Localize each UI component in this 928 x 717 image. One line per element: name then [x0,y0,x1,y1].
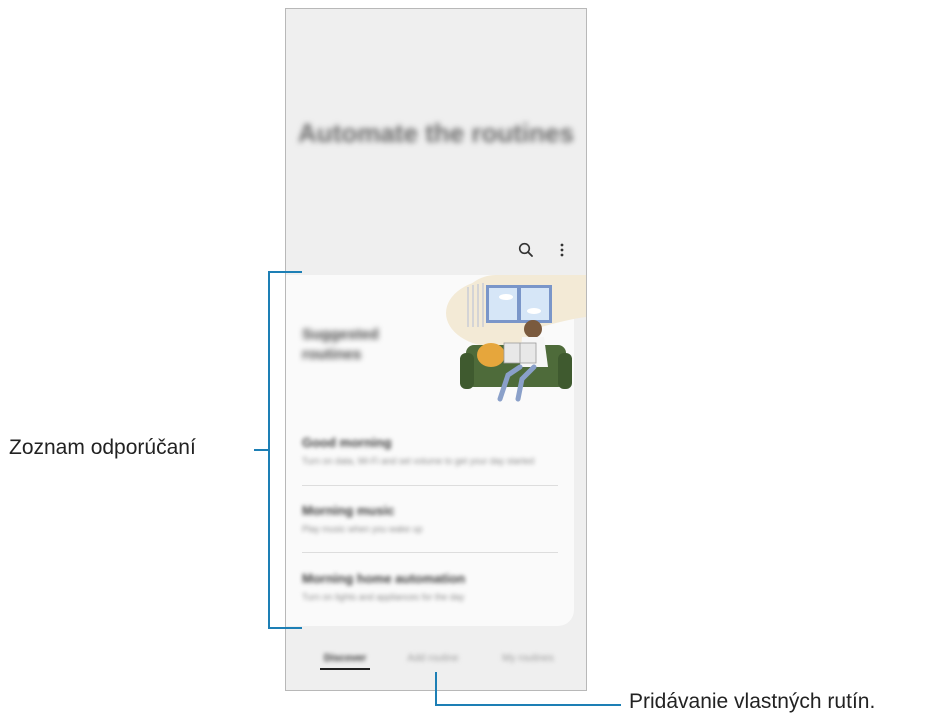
card-title: Suggested routines [302,326,379,363]
add-routine-pointer-horizontal [435,704,621,706]
recommendations-card: Suggested routines Good morning Turn on … [286,275,586,626]
phone-screen: Automate the routines Suggested routines [285,8,587,691]
divider [302,485,558,486]
callout-add-routine: Pridávanie vlastných rutín. [629,690,876,713]
bracket-pointer [254,449,268,451]
more-options-icon[interactable] [552,240,572,260]
list-item-title: Morning music [302,503,395,518]
list-item-subtitle: Turn on data, Wi-Fi and set volume to ge… [302,456,535,466]
list-item-subtitle: Play music when you wake up [302,524,423,534]
tab-my-routines[interactable]: My routines [490,653,566,664]
recommendations-bracket [268,271,270,629]
active-tab-indicator [320,668,370,670]
list-item[interactable]: Morning music Play music when you wake u… [302,503,558,534]
list-item-title: Morning home automation [302,571,466,586]
list-item[interactable]: Morning home automation Turn on lights a… [302,571,558,602]
page-title: Automate the routines [298,118,574,148]
bracket-bottom [268,627,302,629]
header-actions [516,240,572,260]
callout-recommendations: Zoznam odporúčaní [9,436,196,459]
add-routine-pointer-vertical [435,672,437,706]
tab-discover[interactable]: Discover [320,653,370,664]
list-item[interactable]: Good morning Turn on data, Wi-Fi and set… [302,435,558,466]
search-icon[interactable] [516,240,536,260]
list-item-title: Good morning [302,435,392,450]
divider [302,552,558,553]
list-item-subtitle: Turn on lights and appliances for the da… [302,592,465,602]
bracket-top [268,271,302,273]
illustration [446,275,586,402]
tab-add-routine[interactable]: Add routine [398,653,468,664]
